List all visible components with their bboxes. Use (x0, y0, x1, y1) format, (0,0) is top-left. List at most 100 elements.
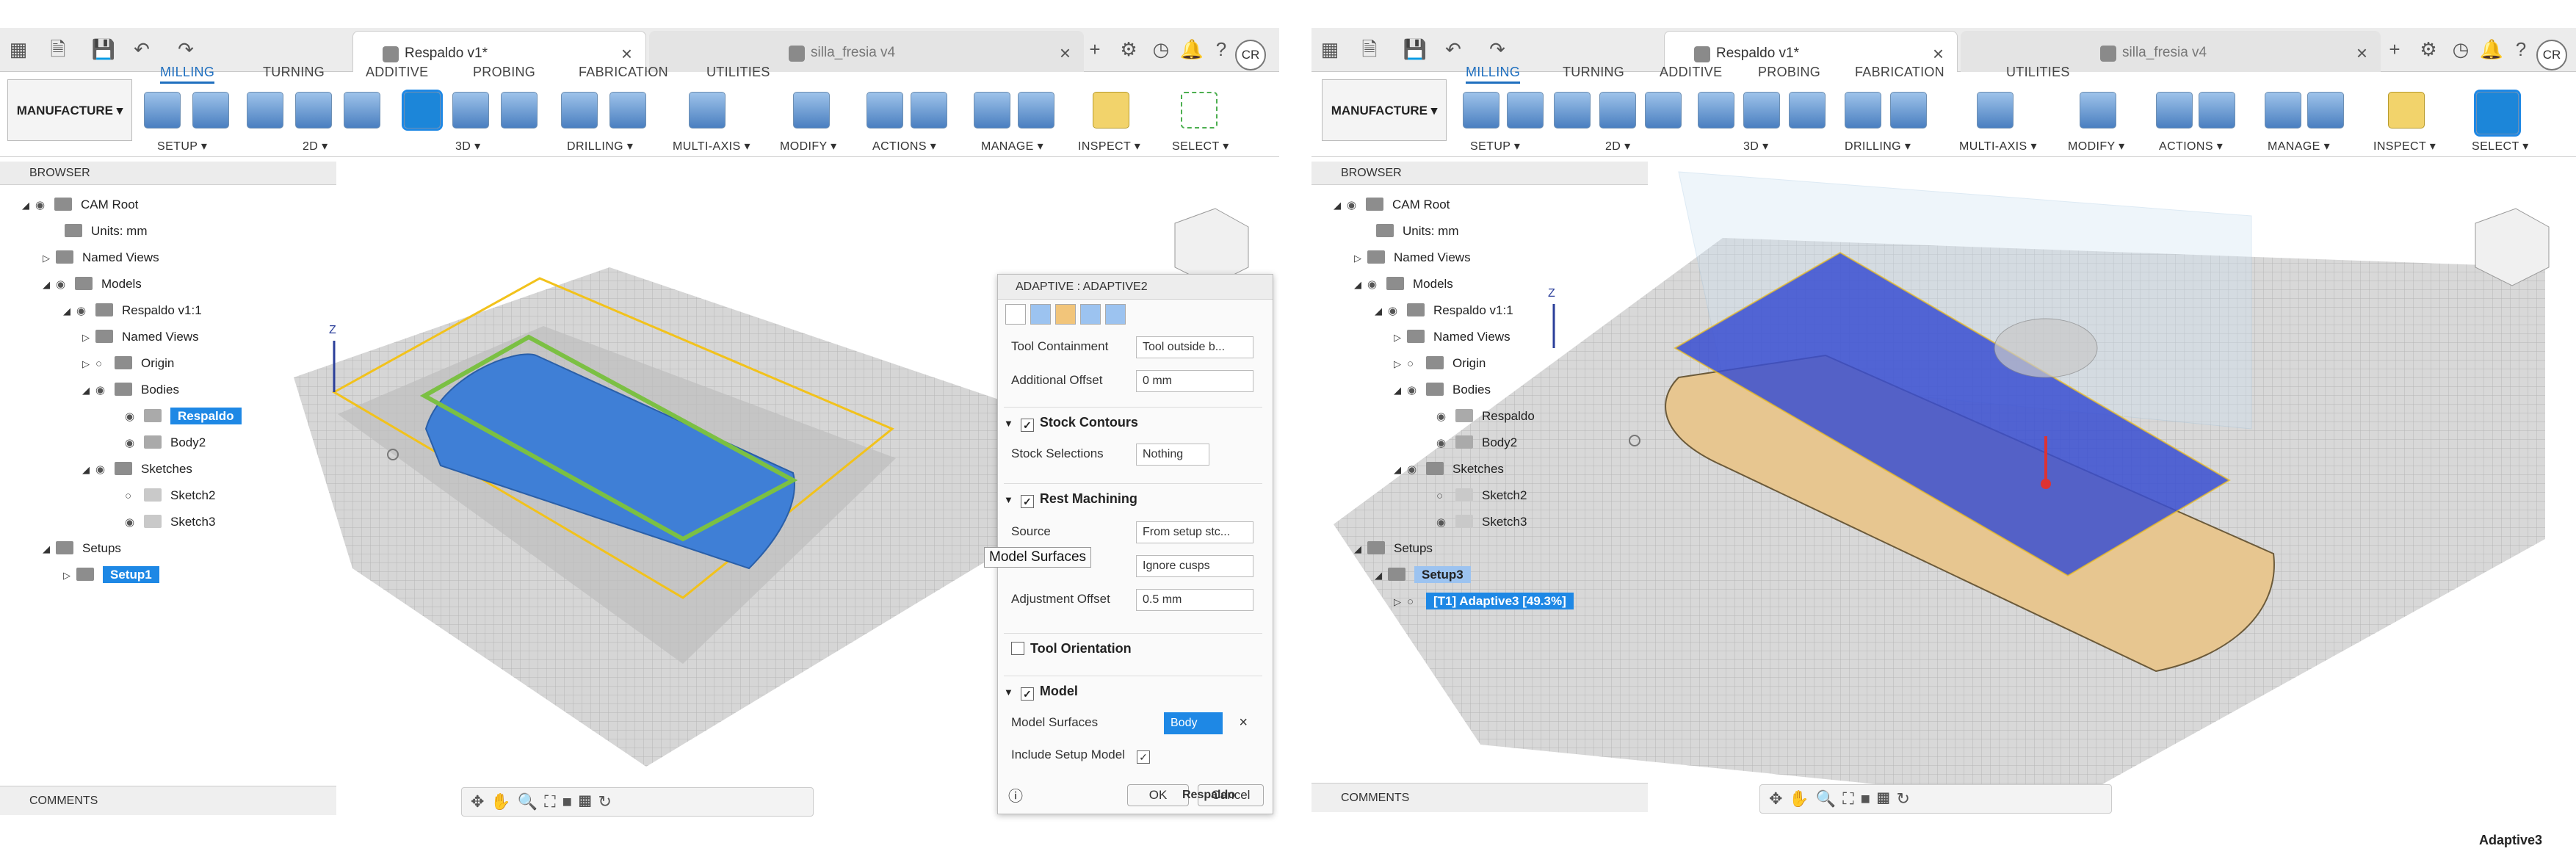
help-icon[interactable]: ? (1209, 37, 1234, 62)
tree-node-named-views[interactable]: ▷ Named Views (43, 247, 159, 269)
tree-node-sketch2[interactable]: ○ Sketch2 (125, 485, 215, 507)
2d-adaptive-icon[interactable] (247, 92, 283, 129)
drill-icon[interactable] (561, 92, 598, 129)
tab-probing[interactable]: PROBING (473, 65, 535, 80)
tool-tab-icon[interactable] (1005, 304, 1026, 325)
tool-orientation-checkbox[interactable] (1011, 642, 1024, 655)
tree-node-origin[interactable]: ▷ ○ Origin (82, 352, 174, 374)
eye-icon[interactable]: ◉ (1407, 459, 1426, 481)
tree-node-respaldo-v1[interactable]: ◢ ◉ Respaldo v1:1 (1375, 300, 1513, 322)
actions-menu[interactable]: ACTIONS ▾ (872, 139, 936, 153)
hole-recognition-icon[interactable] (609, 92, 646, 129)
eye-icon[interactable]: ◉ (56, 274, 75, 296)
redo-icon[interactable]: ↷ (173, 37, 198, 62)
modify-menu[interactable]: MODIFY ▾ (780, 139, 837, 153)
geometry-tab-icon[interactable] (1030, 304, 1051, 325)
tab-turning[interactable]: TURNING (1563, 65, 1624, 80)
actions-menu[interactable]: ACTIONS ▾ (2159, 139, 2223, 153)
tab-milling[interactable]: MILLING (160, 65, 215, 84)
face-icon[interactable] (344, 92, 380, 129)
tree-node-named-views[interactable]: ▷ Named Views (1354, 247, 1471, 269)
comments-panel[interactable]: COMMENTS (1311, 783, 1648, 812)
manage-menu[interactable]: MANAGE ▾ (2268, 139, 2330, 153)
tree-node-body2[interactable]: ◉ Body2 (125, 432, 206, 454)
extensions-icon[interactable]: ⚙ (1116, 37, 1141, 62)
select-menu[interactable]: SELECT ▾ (1172, 139, 1229, 153)
adaptive-clearing-icon[interactable] (1698, 92, 1734, 129)
eye-icon[interactable]: ◉ (76, 300, 95, 322)
simulate-icon[interactable] (2156, 92, 2193, 129)
eye-icon[interactable]: ◉ (35, 195, 54, 217)
window-select-icon[interactable] (1181, 92, 1218, 129)
navigation-bar[interactable]: ✥✋🔍⛶■▦↻ (1759, 784, 2112, 814)
eye-off-icon[interactable]: ○ (1436, 485, 1455, 507)
3d-menu[interactable]: 3D ▾ (455, 139, 481, 153)
template-icon[interactable] (1018, 92, 1054, 129)
tree-node-cam-root[interactable]: ◢ ◉ CAM Root (1334, 194, 1450, 216)
tab-milling[interactable]: MILLING (1466, 65, 1521, 84)
stock-contours-section[interactable]: ▼ ✓ Stock Contours (1004, 407, 1262, 436)
tree-node-sketch2[interactable]: ○ Sketch2 (1436, 485, 1527, 507)
include-setup-model-checkbox[interactable]: ✓ (1137, 750, 1150, 764)
tree-node-setup3[interactable]: ◢ Setup3 (1375, 564, 1471, 586)
inspect-menu[interactable]: INSPECT ▾ (2373, 139, 2436, 153)
tree-node-respaldo-v1[interactable]: ◢ ◉ Respaldo v1:1 (63, 300, 202, 322)
workspace-switcher[interactable]: MANUFACTURE ▾ (1322, 79, 1447, 141)
hole-recognition-icon[interactable] (1890, 92, 1927, 129)
tree-node-bodies[interactable]: ◢ ◉ Bodies (82, 379, 179, 401)
tool-containment-select[interactable]: Tool outside b... (1136, 336, 1253, 358)
tab-fabrication[interactable]: FABRICATION (579, 65, 668, 80)
eye-icon[interactable]: ◉ (95, 459, 115, 481)
dialog-title[interactable]: ADAPTIVE : ADAPTIVE2 (998, 275, 1273, 300)
pocket-clearing-icon[interactable] (452, 92, 489, 129)
stock-contours-checkbox[interactable]: ✓ (1020, 419, 1034, 432)
tool-library-icon[interactable] (974, 92, 1010, 129)
adjustment-offset-input[interactable]: 0.5 mm (1136, 589, 1253, 611)
eye-off-icon[interactable]: ○ (125, 485, 144, 507)
multi-axis-icon[interactable] (1977, 92, 2014, 129)
tree-node-bodies[interactable]: ◢ ◉ Bodies (1394, 379, 1491, 401)
multi-axis-menu[interactable]: MULTI-AXIS ▾ (1959, 139, 2037, 153)
browser-header[interactable]: BROWSER (1311, 162, 1648, 185)
tree-node-models[interactable]: ◢ ◉ Models (43, 273, 142, 295)
eye-icon[interactable]: ◉ (95, 380, 115, 402)
tool-library-icon[interactable] (2265, 92, 2301, 129)
scissors-icon[interactable] (2080, 92, 2116, 129)
tree-node-sketch3[interactable]: ◉ Sketch3 (125, 511, 215, 533)
model-checkbox[interactable]: ✓ (1020, 687, 1034, 701)
tree-node-setup1[interactable]: ▷ Setup1 (63, 564, 159, 586)
clock-icon[interactable]: ◷ (1148, 37, 1173, 62)
2d-menu[interactable]: 2D ▾ (303, 139, 328, 153)
folder-icon[interactable] (144, 92, 181, 129)
grid-icon[interactable]: ▦ (1317, 37, 1342, 62)
drilling-menu[interactable]: DRILLING ▾ (567, 139, 633, 153)
add-tab-icon[interactable]: + (2382, 37, 2407, 62)
undo-icon[interactable]: ↶ (129, 37, 154, 62)
2d-menu[interactable]: 2D ▾ (1605, 139, 1631, 153)
passes-tab-icon[interactable] (1080, 304, 1101, 325)
post-process-icon[interactable] (2199, 92, 2235, 129)
rest-machining-checkbox[interactable]: ✓ (1020, 495, 1034, 508)
file-icon[interactable]: 🗎 (1357, 37, 1382, 62)
adjustment-select[interactable]: Ignore cusps (1136, 555, 1253, 577)
measure-icon[interactable] (2388, 92, 2425, 129)
tree-node-models[interactable]: ◢ ◉ Models (1354, 273, 1453, 295)
measure-icon[interactable] (1093, 92, 1129, 129)
eye-icon[interactable]: ◉ (1347, 195, 1366, 217)
multi-axis-menu[interactable]: MULTI-AXIS ▾ (673, 139, 750, 153)
additional-offset-input[interactable]: 0 mm (1136, 370, 1253, 392)
nc-program-icon[interactable] (192, 92, 229, 129)
tab-fabrication[interactable]: FABRICATION (1855, 65, 1944, 80)
tab-probing[interactable]: PROBING (1758, 65, 1820, 80)
ok-button[interactable]: OK (1127, 784, 1189, 806)
notification-icon[interactable]: 🔔 (1179, 37, 1204, 62)
eye-off-icon[interactable]: ○ (1407, 591, 1426, 613)
select-menu[interactable]: SELECT ▾ (2472, 139, 2529, 153)
tree-node-sketch3[interactable]: ◉ Sketch3 (1436, 511, 1527, 533)
workspace-switcher[interactable]: MANUFACTURE ▾ (7, 79, 132, 141)
eye-off-icon[interactable]: ○ (1407, 353, 1426, 375)
redo-icon[interactable]: ↷ (1485, 37, 1510, 62)
scissors-icon[interactable] (793, 92, 830, 129)
model-surfaces-button[interactable]: Body (1164, 712, 1223, 734)
post-process-icon[interactable] (911, 92, 947, 129)
